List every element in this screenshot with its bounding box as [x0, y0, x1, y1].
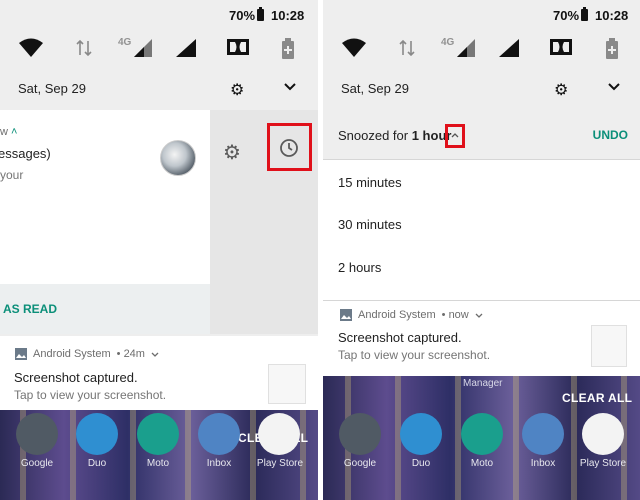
inbox-app-icon[interactable]	[198, 413, 240, 455]
play-store-app-icon[interactable]	[258, 413, 300, 455]
notification-header: Android System • 24m	[15, 348, 159, 360]
date-label: Sat, Sep 29	[341, 81, 409, 96]
inbox-app-icon[interactable]	[522, 413, 564, 455]
contact-avatar	[160, 140, 196, 176]
dock-label-play-store: Play Store	[256, 458, 304, 469]
snooze-clock-icon[interactable]	[279, 138, 299, 158]
dock-label-google: Google	[20, 458, 54, 469]
screenshot-notification[interactable]: Android System • now Screenshot captured…	[323, 301, 640, 376]
notification-time: • 24m	[116, 348, 145, 360]
swiped-notification-card[interactable]: w ˄ essages) your	[0, 110, 210, 284]
duo-app-icon[interactable]	[76, 413, 118, 455]
screenshot-notification[interactable]: Android System • 24m Screenshot captured…	[0, 336, 318, 410]
expand-notification-icon[interactable]	[475, 313, 483, 318]
left-screenshot: 70% 10:28 4G Sat, Sep 29 ⚙ w ˄ essages) …	[0, 0, 318, 500]
dock-label-inbox: Inbox	[530, 458, 556, 469]
dolby-icon[interactable]	[549, 38, 573, 56]
dock-label-moto: Moto	[470, 458, 494, 469]
dock-label-duo: Duo	[87, 458, 107, 469]
dock-label-play-store: Play Store	[579, 458, 627, 469]
battery-percentage: 70%	[553, 8, 580, 23]
wifi-icon[interactable]	[18, 38, 44, 58]
snooze-status: Snoozed for 1 hour	[338, 128, 452, 143]
home-wallpaper: Manager CLEAR ALL Google Duo Moto Inbox …	[323, 376, 640, 500]
snooze-option-2-hours[interactable]: 2 hours	[338, 260, 381, 275]
image-icon	[15, 348, 27, 360]
card-header-fragment: w ˄	[0, 126, 18, 138]
notification-settings-gear-icon[interactable]: ⚙	[223, 140, 241, 165]
settings-gear-icon[interactable]: ⚙	[230, 80, 244, 100]
battery-icon	[581, 7, 588, 21]
dock-label-inbox: Inbox	[206, 458, 232, 469]
expand-notification-icon[interactable]	[151, 352, 159, 357]
notification-header: Android System • now	[340, 309, 483, 321]
cell-signal-full-icon[interactable]	[175, 38, 197, 58]
wallpaper-widget-label: Manager	[463, 378, 503, 389]
swipe-actions-panel: ⚙	[210, 110, 318, 334]
network-type-label: 4G	[118, 37, 132, 48]
clock: 10:28	[595, 8, 629, 23]
cell-signal-full-icon[interactable]	[498, 38, 520, 58]
battery-saver-icon[interactable]	[281, 38, 295, 60]
dock-label-moto: Moto	[146, 458, 170, 469]
moto-app-icon[interactable]	[461, 413, 503, 455]
card-title-fragment: essages)	[0, 146, 51, 161]
expand-chevron-icon[interactable]	[608, 83, 620, 91]
play-store-app-icon[interactable]	[582, 413, 624, 455]
notification-time: • now	[441, 309, 469, 321]
quick-settings-row: 4G	[323, 34, 640, 64]
data-transfer-icon[interactable]	[74, 38, 94, 58]
home-wallpaper: CLEAR ALL Google Duo Moto Inbox Play Sto…	[0, 410, 318, 500]
mark-as-read-button[interactable]: AS READ	[3, 302, 57, 316]
snooze-options-chevron-icon[interactable]	[451, 133, 459, 138]
cell-signal-icon[interactable]	[133, 38, 155, 58]
snooze-option-30-minutes[interactable]: 30 minutes	[338, 217, 402, 232]
status-bar: 70% 10:28	[323, 0, 640, 30]
battery-icon	[257, 7, 264, 21]
data-transfer-icon[interactable]	[397, 38, 417, 58]
screenshot-thumbnail	[268, 364, 306, 404]
notification-title: Screenshot captured.	[14, 370, 138, 385]
expand-chevron-icon[interactable]	[284, 83, 296, 91]
notification-body: Tap to view your screenshot.	[14, 388, 167, 402]
battery-saver-icon[interactable]	[605, 38, 619, 60]
duo-app-icon[interactable]	[400, 413, 442, 455]
clock: 10:28	[271, 8, 305, 23]
snooze-header: Snoozed for 1 hour UNDO	[323, 110, 640, 160]
notification-body: Tap to view your screenshot.	[338, 348, 491, 362]
notification-actions: AS READ	[0, 284, 210, 334]
cell-signal-icon[interactable]	[456, 38, 478, 58]
settings-gear-icon[interactable]: ⚙	[554, 80, 568, 100]
right-screenshot: 70% 10:28 4G Sat, Sep 29 ⚙ Snoozed for 1…	[323, 0, 640, 500]
card-body-fragment: your	[0, 168, 24, 182]
quick-settings-row: 4G	[0, 34, 318, 64]
notification-app-name: Android System	[358, 309, 436, 321]
date-label: Sat, Sep 29	[18, 81, 86, 96]
image-icon	[340, 309, 352, 321]
moto-app-icon[interactable]	[137, 413, 179, 455]
notification-title: Screenshot captured.	[338, 330, 462, 345]
date-row: Sat, Sep 29 ⚙	[0, 70, 318, 108]
wifi-icon[interactable]	[341, 38, 367, 58]
status-bar: 70% 10:28	[0, 0, 318, 30]
screenshot-thumbnail	[591, 325, 627, 367]
undo-button[interactable]: UNDO	[593, 128, 628, 142]
snooze-option-15-minutes[interactable]: 15 minutes	[338, 175, 402, 190]
dolby-icon[interactable]	[226, 38, 250, 56]
google-folder-icon[interactable]	[339, 413, 381, 455]
dock-label-google: Google	[343, 458, 377, 469]
snooze-options-list: 15 minutes 30 minutes 2 hours	[323, 160, 640, 300]
date-row: Sat, Sep 29 ⚙	[323, 70, 640, 108]
google-folder-icon[interactable]	[16, 413, 58, 455]
network-type-label: 4G	[441, 37, 455, 48]
clear-all-button[interactable]: CLEAR ALL	[562, 391, 632, 405]
notification-app-name: Android System	[33, 348, 111, 360]
battery-percentage: 70%	[229, 8, 256, 23]
dock-label-duo: Duo	[411, 458, 431, 469]
